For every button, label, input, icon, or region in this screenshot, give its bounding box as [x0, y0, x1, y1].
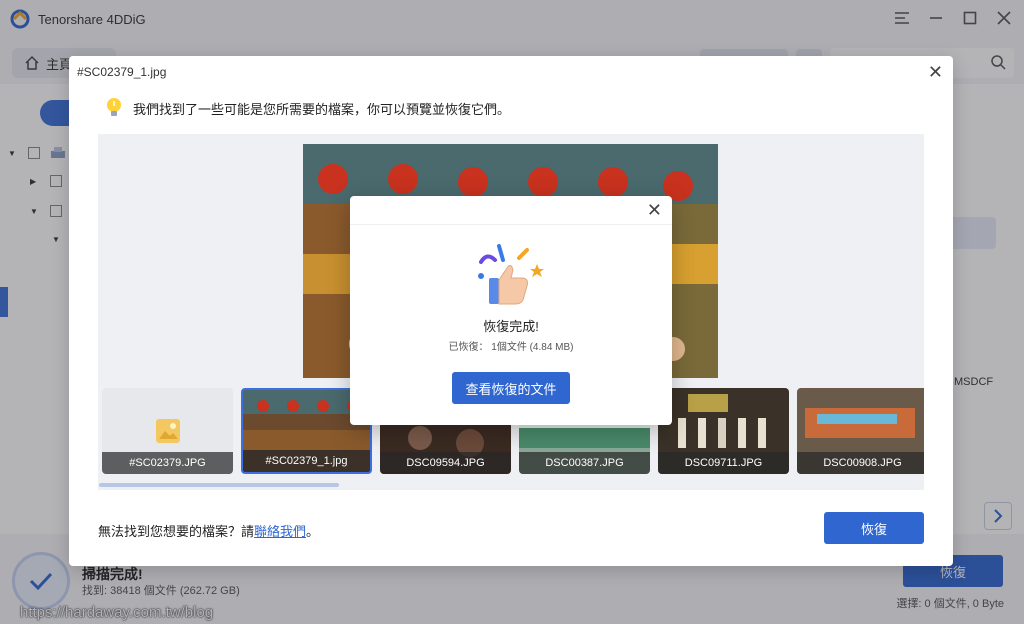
thumbnail-item[interactable]: DSC09711.JPG: [658, 388, 789, 474]
not-found-text: 無法找到您想要的檔案？請: [98, 524, 255, 539]
thumbnail-label: DSC09711.JPG: [658, 452, 789, 474]
thumbnail-label: DSC00387.JPG: [519, 452, 650, 474]
thumbnail-item[interactable]: #SC02379.JPG: [102, 388, 233, 474]
not-found-message: 無法找到您想要的檔案？請聯絡我們。: [98, 521, 319, 540]
view-recovered-files-button[interactable]: 查看恢復的文件: [452, 372, 570, 404]
recovered-summary: 已恢復： 1個文件 (4.84 MB): [448, 342, 574, 353]
recover-button[interactable]: 恢復: [824, 512, 924, 544]
thumbnail-label: DSC00908.JPG: [797, 452, 924, 474]
thumbnail-label: #SC02379.JPG: [102, 452, 233, 474]
hint-row: 我們找到了一些可能是您所需要的檔案，你可以預覽並恢復它們。: [105, 96, 510, 120]
hint-text: 我們找到了一些可能是您所需要的檔案，你可以預覽並恢復它們。: [133, 101, 511, 117]
divider: [350, 224, 672, 225]
thumbs-up-celebration-icon: [478, 244, 544, 305]
close-icon[interactable]: ✕: [928, 62, 943, 83]
scrollbar-thumb[interactable]: [99, 483, 339, 487]
image-placeholder-icon: [156, 419, 180, 443]
lightbulb-icon: [107, 98, 121, 116]
close-icon[interactable]: ✕: [647, 200, 662, 221]
recovery-complete-dialog: ✕ 恢復完成! 已恢復： 1個文件 (4.84 MB) 查看恢復的文件: [350, 196, 672, 425]
thumbnail-item[interactable]: DSC00908.JPG: [797, 388, 924, 474]
contact-us-link[interactable]: 聯絡我們: [254, 524, 306, 539]
thumbnail-label: DSC09594.JPG: [380, 452, 511, 474]
preview-filename: #SC02379_1.jpg: [77, 65, 167, 79]
thumbnail-scrollbar[interactable]: [99, 483, 923, 487]
thumbnail-label: #SC02379_1.jpg: [243, 450, 370, 472]
success-title: 恢復完成!: [483, 319, 539, 334]
not-found-suffix: 。: [306, 524, 320, 539]
